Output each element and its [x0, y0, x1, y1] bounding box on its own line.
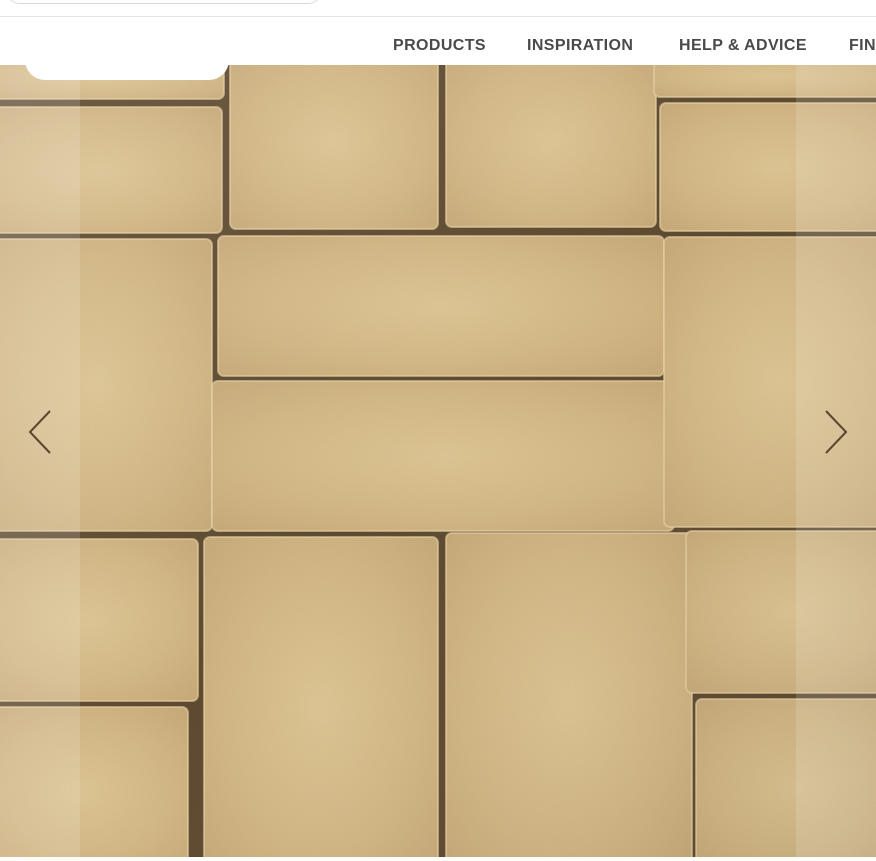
chevron-left-icon: [28, 410, 51, 454]
nav-item-products[interactable]: PRODUCTS: [393, 37, 486, 55]
carousel-prev-button[interactable]: [20, 407, 60, 457]
hero-carousel: [0, 65, 876, 857]
logo-card[interactable]: [25, 48, 229, 80]
carousel-next-button[interactable]: [816, 407, 856, 457]
search-field[interactable]: [6, 0, 322, 4]
paving-image: [0, 65, 876, 857]
chevron-right-icon: [825, 410, 848, 454]
nav-item-inspiration[interactable]: INSPIRATION: [527, 37, 633, 55]
carousel-right-shade: [796, 65, 876, 857]
nav-item-find[interactable]: FIN: [849, 37, 876, 55]
nav-item-help-advice[interactable]: HELP & ADVICE: [679, 37, 807, 55]
page-bottom-edge: [0, 857, 876, 861]
carousel-left-shade: [0, 65, 80, 857]
top-utility-bar: [0, 0, 876, 17]
